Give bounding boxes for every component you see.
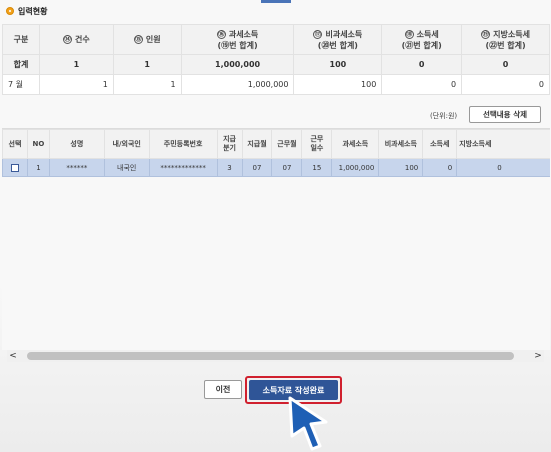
row-nontaxable-income: 100 (378, 158, 424, 177)
grid-header-local-income-tax: 지방소득세 (456, 129, 550, 159)
month-nontaxable-income: 100 (293, 74, 383, 95)
grid-header-pay-quarter: 지급 분기 (216, 129, 243, 159)
table-row[interactable]: 1 ****** 내국인 ************* 3 07 07 15 1,… (2, 158, 550, 177)
grid-header-work-days: 근무 일수 (301, 129, 333, 159)
month-label: 7 월 (2, 74, 40, 95)
row-work-month: 07 (271, 158, 303, 177)
grid-header-pay-month: 지급월 (241, 129, 273, 159)
summary-header-count: ⑭ 건수 (38, 24, 114, 55)
month-persons: 1 (112, 74, 182, 95)
total-taxable-income: 1,000,000 (180, 54, 295, 75)
total-persons: 1 (112, 54, 182, 75)
total-count: 1 (38, 54, 114, 75)
mouse-cursor-icon (288, 396, 328, 451)
grid-header-resident-id: 주민등록번호 (148, 129, 218, 159)
summary-total-row: 합계 1 1 1,000,000 100 0 0 (2, 54, 550, 75)
row-nationality: 내국인 (103, 158, 150, 177)
row-resident-id: ************* (148, 158, 218, 177)
row-work-days: 15 (301, 158, 333, 177)
prev-button[interactable]: 이전 (204, 380, 242, 399)
total-income-tax: 0 (381, 54, 463, 75)
row-income-tax: 0 (422, 158, 458, 177)
grid-header-no: NO (26, 129, 50, 159)
month-income-tax: 0 (381, 74, 463, 95)
total-local-income-tax: 0 (461, 54, 550, 75)
grid-header-income-tax: 소득세 (422, 129, 458, 159)
row-pay-month: 07 (241, 158, 273, 177)
scroll-right-icon[interactable]: > (532, 350, 544, 362)
scrollbar-thumb[interactable] (27, 352, 514, 360)
summary-month-row: 7 월 1 1 1,000,000 100 0 0 (2, 74, 550, 95)
scroll-left-icon[interactable]: < (7, 350, 19, 362)
circled-number-16-icon: ⑯ (216, 29, 226, 39)
detail-grid-container: 선택 NO 성명 내/외국인 주민등록번호 지급 분기 지급월 근무월 근무 일수 … (2, 128, 550, 350)
summary-header-taxable-income: ⑯ 과세소득 (⑲번 합계) (180, 24, 295, 55)
row-pay-quarter: 3 (216, 158, 243, 177)
summary-header-income-tax: ⑱ 소득세 (㉑번 합계) (381, 24, 463, 55)
summary-header-nontaxable-income: ⑰ 비과세소득 (⑳번 합계) (293, 24, 383, 55)
circled-number-18-icon: ⑱ (404, 29, 414, 39)
month-local-income-tax: 0 (461, 74, 550, 95)
grid-header-nationality: 내/외국인 (103, 129, 150, 159)
row-taxable-income: 1,000,000 (331, 158, 380, 177)
row-local-income-tax: 0 (456, 158, 550, 177)
row-select-cell[interactable] (2, 158, 28, 177)
grid-header-row: 선택 NO 성명 내/외국인 주민등록번호 지급 분기 지급월 근무월 근무 일수 … (2, 129, 550, 159)
summary-header-row: 구분 ⑭ 건수 ⑮ 인원 ⑯ 과세소득 (⑲번 합계) ⑰ 비과세소득 (⑳번 합계) ⑱소… (2, 24, 550, 55)
total-nontaxable-income: 100 (293, 54, 383, 75)
row-checkbox[interactable] (10, 163, 19, 172)
unit-label: (단위:원) (430, 112, 458, 120)
detail-grid: 선택 NO 성명 내/외국인 주민등록번호 지급 분기 지급월 근무월 근무 일수 … (2, 129, 550, 177)
summary-header-persons: ⑮ 인원 (112, 24, 182, 55)
row-no: 1 (26, 158, 50, 177)
summary-header-category: 구분 (2, 24, 40, 55)
grid-header-name: 성명 (48, 129, 105, 159)
grid-header-taxable-income: 과세소득 (331, 129, 380, 159)
circled-number-14-icon: ⑭ (62, 35, 72, 44)
grid-header-nontaxable-income: 비과세소득 (378, 129, 424, 159)
bullet-icon (6, 7, 14, 15)
summary-header-local-income-tax: ⑲ 지방소득세 (㉒번 합계) (461, 24, 550, 55)
grid-header-select: 선택 (2, 129, 28, 159)
grid-header-work-month: 근무월 (271, 129, 303, 159)
delete-selected-button[interactable]: 선택내용 삭제 (469, 106, 541, 123)
circled-number-15-icon: ⑮ (133, 35, 143, 44)
circled-number-17-icon: ⑰ (313, 29, 323, 39)
summary-table: 구분 ⑭ 건수 ⑮ 인원 ⑯ 과세소득 (⑲번 합계) ⑰ 비과세소득 (⑳번 합계) ⑱소… (2, 24, 550, 95)
month-taxable-income: 1,000,000 (180, 74, 295, 95)
month-count: 1 (38, 74, 114, 95)
circled-number-19-icon: ⑲ (481, 29, 491, 39)
top-tab-indicator (261, 0, 291, 3)
horizontal-scrollbar[interactable]: < > (7, 350, 544, 362)
total-label: 합계 (2, 54, 40, 75)
section-title: 입력현황 (6, 4, 47, 18)
row-name: ****** (48, 158, 105, 177)
section-title-text: 입력현황 (18, 6, 48, 16)
